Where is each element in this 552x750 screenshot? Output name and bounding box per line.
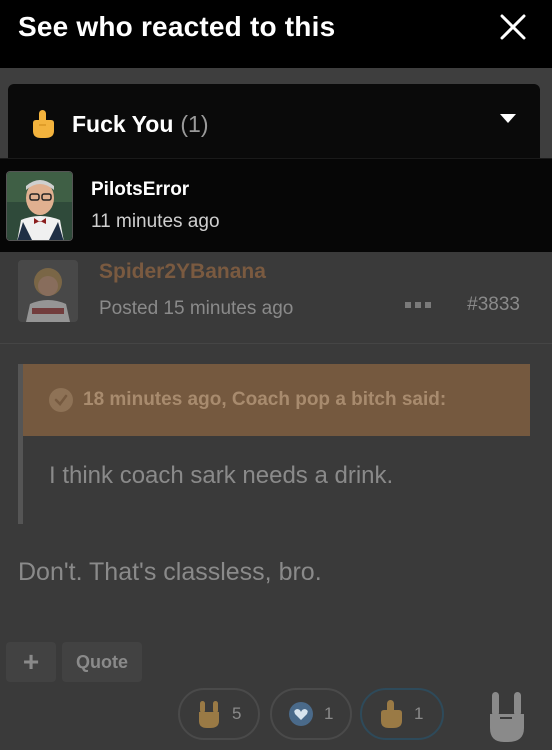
filter-area: Fuck You (1) — [0, 68, 552, 164]
modal-title: See who reacted to this — [18, 11, 336, 42]
quote-button[interactable]: Quote — [62, 642, 142, 682]
post-body: Don't. That's classless, bro. — [18, 558, 322, 586]
avatar[interactable] — [6, 170, 73, 241]
check-circle-icon — [49, 388, 73, 412]
close-icon[interactable] — [498, 12, 528, 42]
reaction-pill-heart[interactable]: 1 — [270, 688, 352, 740]
react-button[interactable] — [484, 688, 530, 744]
reactor-time: 11 minutes ago — [91, 210, 220, 232]
reaction-count: 1 — [414, 704, 424, 723]
heart-icon — [288, 699, 314, 729]
reaction-count: 1 — [324, 704, 334, 723]
middle-finger-icon — [30, 109, 56, 139]
reactor-name[interactable]: PilotsError — [91, 179, 220, 201]
reaction-filter-dropdown[interactable]: Fuck You (1) — [8, 84, 540, 164]
reactor-list-item[interactable]: PilotsError 11 minutes ago — [0, 158, 552, 252]
reactor-info: PilotsError 11 minutes ago — [91, 179, 220, 233]
post-number[interactable]: #3833 — [467, 294, 520, 316]
chevron-down-icon — [500, 114, 516, 123]
avatar[interactable] — [18, 260, 78, 322]
filter-reaction-label: Fuck You — [72, 110, 174, 137]
quote-block: 18 minutes ago, Coach pop a bitch said: … — [18, 364, 530, 524]
rock-on-icon — [196, 699, 222, 729]
modal-header: See who reacted to this — [0, 0, 552, 68]
quote-header: 18 minutes ago, Coach pop a bitch said: — [23, 364, 530, 436]
reaction-pill-middle-finger[interactable]: 1 — [360, 688, 444, 740]
multiquote-button[interactable]: + — [6, 642, 56, 682]
more-options-icon[interactable] — [405, 292, 431, 315]
post-date: Posted 15 minutes ago — [99, 298, 294, 319]
quote-author[interactable]: 18 minutes ago, Coach pop a bitch said: — [83, 389, 446, 411]
reaction-count: 5 — [232, 704, 242, 723]
middle-finger-icon — [378, 699, 404, 729]
filter-reaction-count: (1) — [180, 110, 209, 137]
post-author[interactable]: Spider2YBanana — [99, 260, 266, 284]
reaction-pill-rock-on[interactable]: 5 — [178, 688, 260, 740]
quote-text: I think coach sark needs a drink. — [49, 462, 394, 489]
post-header: Spider2YBanana Posted 15 minutes ago #38… — [0, 252, 552, 344]
